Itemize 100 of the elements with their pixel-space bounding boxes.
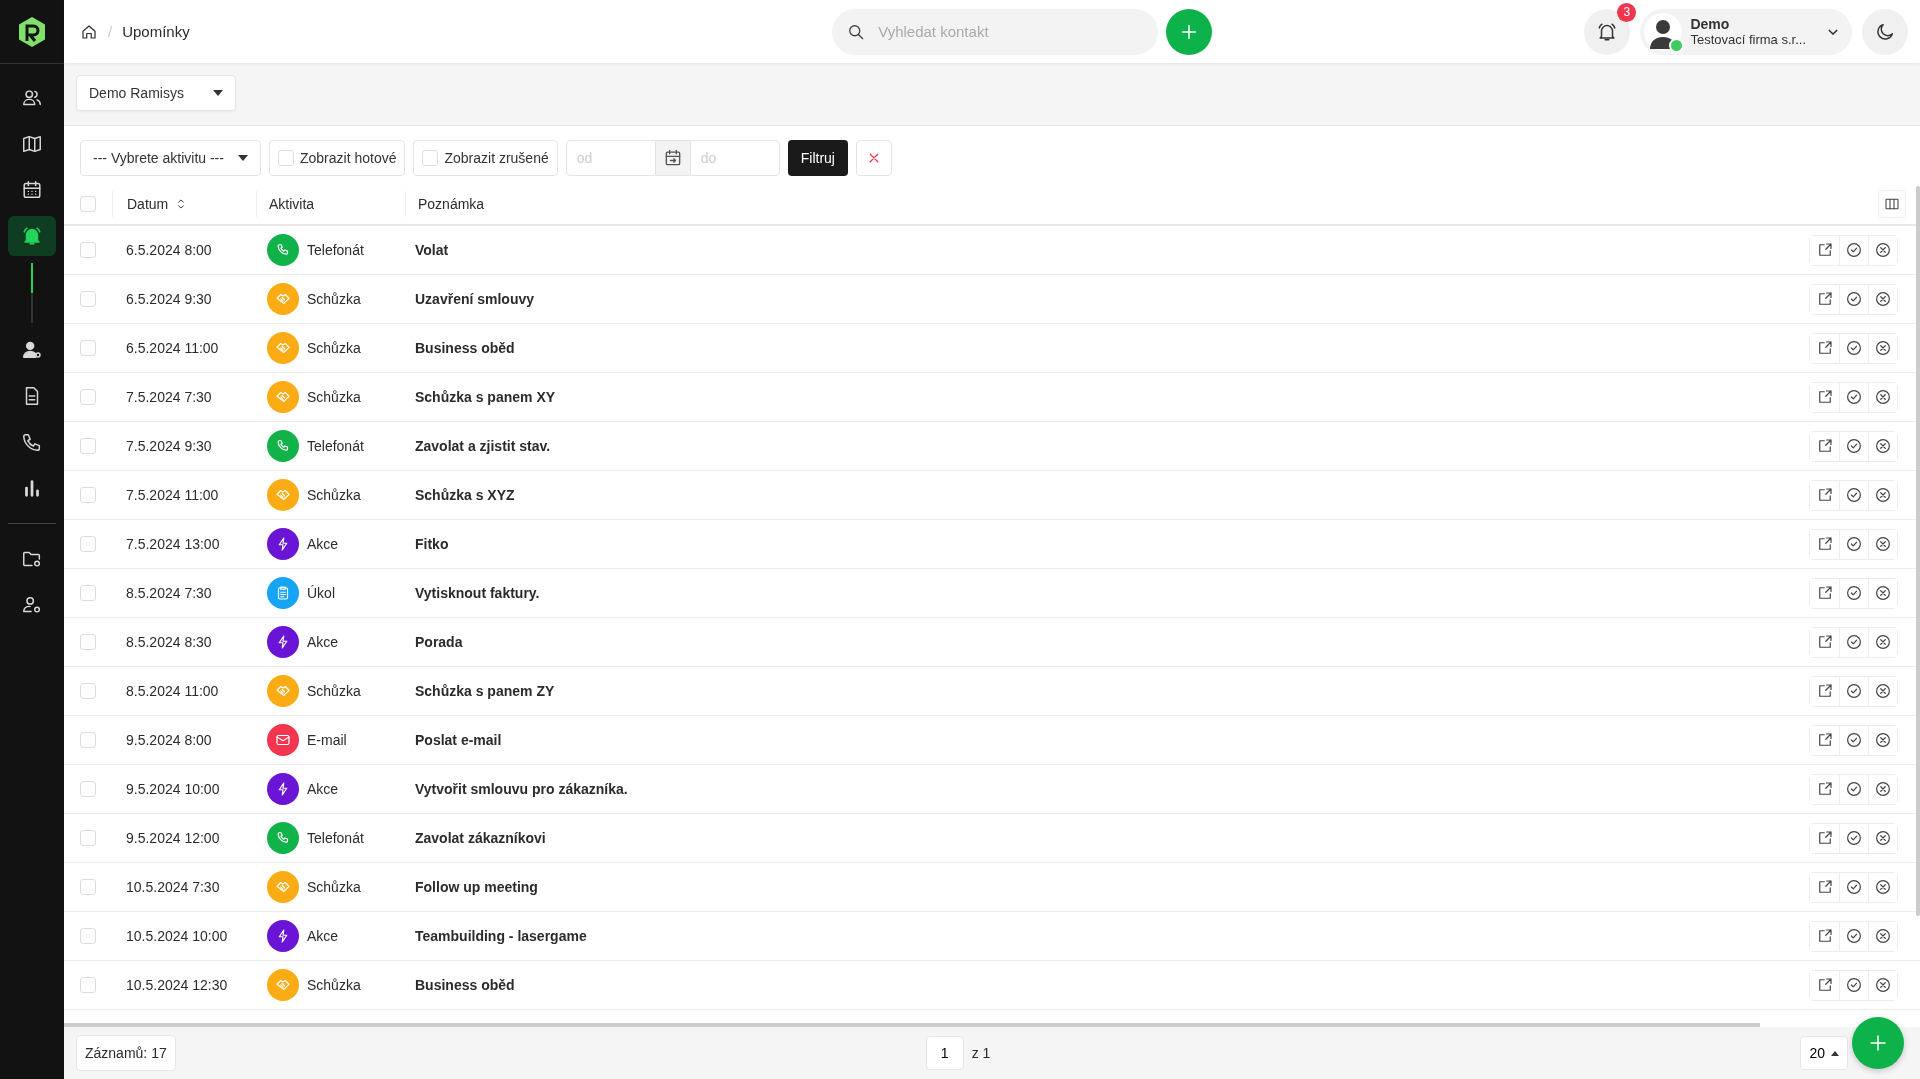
checkbox[interactable] — [80, 977, 96, 993]
checkbox[interactable] — [80, 683, 96, 699]
close-circle-icon — [1874, 388, 1892, 406]
checkbox[interactable] — [80, 196, 96, 212]
logo-icon[interactable] — [17, 15, 47, 48]
filter-button[interactable]: Filtruj — [787, 140, 848, 176]
user-menu[interactable]: Demo Testovací firma s.r... — [1640, 8, 1852, 55]
phone-icon — [21, 431, 43, 453]
checkbox[interactable] — [80, 438, 96, 454]
columns-button[interactable] — [1878, 190, 1906, 218]
checkbox[interactable] — [80, 634, 96, 650]
column-header[interactable]: Datum — [127, 196, 169, 212]
activity-label: Akce — [307, 536, 339, 552]
checkbox[interactable] — [80, 536, 96, 552]
checkbox[interactable] — [80, 830, 96, 846]
note-cell-text: Schůzka s panem XY — [414, 389, 557, 405]
checkbox[interactable] — [80, 340, 96, 356]
breadcrumb-item: Upomínky — [122, 23, 190, 40]
date-cell-text: 7.5.2024 9:30 — [125, 438, 213, 454]
add-button[interactable] — [1852, 1017, 1904, 1069]
bell-icon — [21, 225, 43, 247]
notifications-button[interactable] — [1584, 8, 1631, 55]
check-circle-icon — [1845, 290, 1863, 308]
records-count: Záznamů: 17 — [76, 1035, 176, 1071]
user-name: Demo — [1690, 16, 1730, 32]
cancel-button[interactable] — [1868, 382, 1897, 412]
note-cell-text: Poslat e-mail — [414, 732, 503, 748]
date-cell-text: 6.5.2024 9:30 — [125, 291, 213, 307]
date-cell-text: 7.5.2024 13:00 — [125, 536, 221, 552]
cancel-button[interactable] — [1868, 431, 1897, 461]
cancel-button[interactable] — [1868, 333, 1897, 363]
close-circle-icon — [1874, 241, 1892, 259]
checkbox[interactable] — [277, 150, 294, 166]
page-size-select[interactable]: 20 — [1800, 1036, 1848, 1070]
date-cell-text: 8.5.2024 7:30 — [125, 585, 213, 601]
cancel-button[interactable] — [1868, 872, 1897, 902]
checkbox[interactable] — [80, 928, 96, 944]
checkbox[interactable] — [80, 879, 96, 895]
note-cell-text: Schůzka s XYZ — [414, 487, 516, 503]
caret-icon — [213, 90, 223, 96]
checkbox[interactable] — [80, 732, 96, 748]
cancel-button[interactable] — [1868, 578, 1897, 608]
activity-label: Telefonát — [307, 242, 364, 258]
checkbox[interactable] — [80, 389, 96, 405]
check-circle-icon — [1845, 241, 1863, 259]
column-header: Poznámka — [418, 196, 485, 212]
note-cell-text: Zavolat a zjistit stav. — [414, 438, 552, 454]
cancel-button[interactable] — [1868, 529, 1897, 559]
activity-label: Schůzka — [307, 879, 361, 895]
cancel-button[interactable] — [1868, 284, 1897, 314]
activity-select[interactable]: --- Vybrete aktivitu --- — [80, 140, 261, 176]
person-icon — [21, 339, 43, 361]
close-circle-icon — [1874, 437, 1892, 455]
check-circle-icon — [1845, 339, 1863, 357]
close-circle-icon — [1874, 633, 1892, 651]
cancel-button[interactable] — [1868, 774, 1897, 804]
page-field[interactable]: 1 — [925, 1036, 964, 1070]
cancel-button[interactable] — [1868, 970, 1897, 1000]
activity-label: Schůzka — [307, 683, 361, 699]
checkbox[interactable] — [422, 150, 439, 166]
check-circle-icon — [1845, 731, 1863, 749]
cancel-button[interactable] — [1868, 235, 1897, 265]
checkbox[interactable] — [80, 781, 96, 797]
note-cell-text: Business oběd — [414, 977, 516, 993]
cancel-button[interactable] — [1868, 823, 1897, 853]
scrollbar[interactable] — [64, 1023, 1760, 1027]
date-cell-text: 10.5.2024 12:30 — [125, 977, 229, 993]
note-cell-text: Business oběd — [414, 340, 516, 356]
note-cell-text: Fitko — [414, 536, 450, 552]
search-field[interactable]: Vyhledat kontakt — [832, 8, 1159, 55]
date-cell-text: 9.5.2024 8:00 — [125, 732, 213, 748]
check-circle-icon — [1845, 976, 1863, 994]
checkbox[interactable] — [80, 291, 96, 307]
activity-label: Telefonát — [307, 438, 364, 454]
checkbox[interactable] — [80, 487, 96, 503]
cancel-button[interactable] — [1868, 627, 1897, 657]
date-cell-text: 10.5.2024 10:00 — [125, 928, 229, 944]
company-name: Testovací firma s.r... — [1690, 32, 1806, 47]
activity-label: Akce — [307, 928, 339, 944]
breadcrumb-separator: / — [108, 23, 113, 40]
checkbox[interactable] — [80, 585, 96, 601]
note-cell-text: Zavolat zákazníkovi — [414, 830, 547, 846]
cancel-button[interactable] — [1868, 480, 1897, 510]
check-circle-icon — [1845, 388, 1863, 406]
sidebar-item[interactable] — [8, 216, 56, 256]
note-cell-text: Uzavření smlouvy — [414, 291, 536, 307]
activity-label: Schůzka — [307, 389, 361, 405]
date-cell-text: 6.5.2024 11:00 — [125, 340, 220, 356]
scrollbar[interactable] — [1916, 186, 1920, 916]
cancel-button[interactable] — [1868, 725, 1897, 755]
close-circle-icon — [1874, 927, 1892, 945]
cancel-button[interactable] — [1868, 676, 1897, 706]
theme-toggle[interactable] — [1862, 8, 1908, 55]
checkbox[interactable] — [80, 242, 96, 258]
cancel-button[interactable] — [1868, 921, 1897, 951]
activity-label: Schůzka — [307, 487, 361, 503]
close-circle-icon — [1874, 486, 1892, 504]
caret-icon — [1831, 1050, 1839, 1056]
company-select[interactable]: Demo Ramisys — [76, 75, 236, 111]
close-circle-icon — [1874, 731, 1892, 749]
